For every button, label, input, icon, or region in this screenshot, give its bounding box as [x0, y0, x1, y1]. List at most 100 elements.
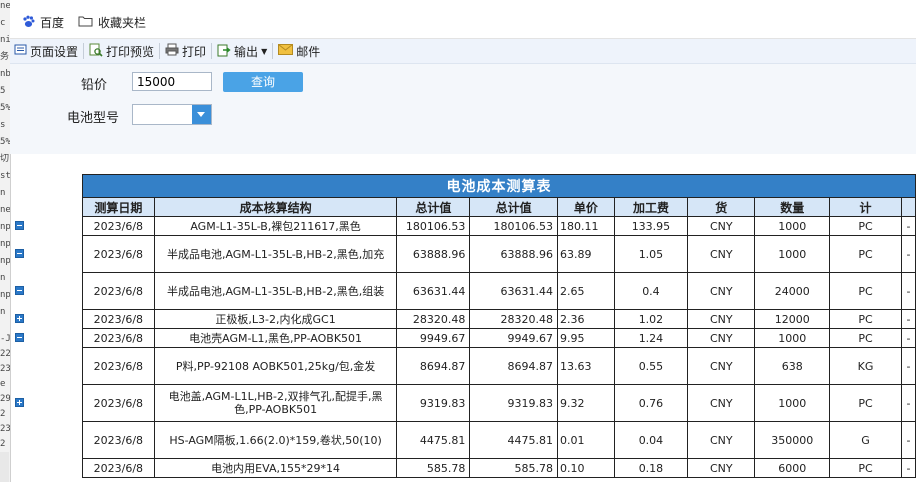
print-preview-button[interactable]: 打印预览	[85, 41, 158, 61]
favorite-baidu[interactable]: 百度	[22, 14, 64, 31]
email-button[interactable]: 邮件	[274, 41, 324, 61]
table-cell: CNY	[687, 235, 756, 273]
table-cell: 63631.44	[469, 272, 558, 310]
column-header[interactable]: 单价	[556, 197, 615, 217]
toolbar-separator	[211, 43, 213, 59]
table-cell: PC	[828, 272, 903, 310]
column-header[interactable]: 总计值	[396, 197, 471, 217]
table-cell: 28320.48	[469, 309, 558, 329]
table-row[interactable]: 2023/6/8 电池内用EVA,155*29*14 585.78 585.78 0.1…	[82, 458, 916, 478]
table-cell: CNY	[687, 272, 756, 310]
table-cell: 63888.96	[469, 235, 558, 273]
favorites-bar: 百度 收藏夹栏	[10, 0, 916, 39]
table-cell: HS-AGM隔板,1.66(2.0)*159,卷状,50(10)	[153, 421, 398, 459]
query-button[interactable]: 查询	[223, 72, 303, 92]
table-cell: AGM-L1-35L-B,裸包211617,黑色	[153, 216, 398, 236]
export-button[interactable]: 输出 ▼	[213, 41, 271, 61]
table-row[interactable]: 2023/6/8 P料,PP-92108 AOBK501,25kg/包,金发 869…	[82, 347, 916, 385]
table-cell: CNY	[687, 384, 756, 422]
column-header[interactable]: 总计值	[469, 197, 558, 217]
table-cell: 2023/6/8	[82, 216, 155, 236]
print-preview-label: 打印预览	[106, 44, 155, 59]
table-cell: 2023/6/8	[82, 328, 155, 348]
table-cell: -	[901, 235, 916, 273]
table-cell: 电池盖,AGM-L1L,HB-2,双排气孔,配提手,黑色,PP-AOBK501	[153, 384, 398, 422]
table-cell: PC	[828, 328, 903, 348]
table-cell: -	[901, 309, 916, 329]
table-cell: 4475.81	[396, 421, 471, 459]
table-cell: 0.04	[613, 421, 689, 459]
print-button[interactable]: 打印	[161, 41, 210, 61]
left-strip-scroll-stub	[0, 452, 9, 482]
column-header[interactable]: 计	[828, 197, 903, 217]
table-cell: 638	[754, 347, 830, 385]
table-cell: 63888.96	[396, 235, 471, 273]
expand-icon[interactable]	[15, 398, 24, 407]
column-header[interactable]: 测算日期	[82, 197, 155, 217]
table-cell: 28320.48	[396, 309, 471, 329]
table-header-row: 测算日期 成本核算结构 总计值 总计值 单价 加工费货数量计	[82, 197, 916, 217]
table-cell: CNY	[687, 347, 756, 385]
column-header[interactable]: 数量	[754, 197, 830, 217]
price-input[interactable]	[132, 72, 212, 91]
table-cell: -	[901, 347, 916, 385]
table-row[interactable]: 2023/6/8 电池盖,AGM-L1L,HB-2,双排气孔,配提手,黑色,PP-…	[82, 384, 916, 422]
table-cell: -	[901, 216, 916, 236]
column-header[interactable]: 货	[687, 197, 756, 217]
collapse-icon[interactable]	[15, 333, 24, 342]
left-strip-fragment: 2	[0, 409, 6, 419]
table-cell: PC	[828, 216, 903, 236]
page-setup-button[interactable]: 页面设置	[10, 41, 82, 61]
table-body: 2023/6/8 AGM-L1-35L-B,裸包211617,黑色 180106.5…	[82, 216, 916, 478]
column-header[interactable]: 加工费	[613, 197, 689, 217]
table-row[interactable]: 2023/6/8 电池壳AGM-L1,黑色,PP-AOBK501 9949.67 99…	[82, 328, 916, 348]
battery-model-select[interactable]	[132, 104, 212, 125]
column-header[interactable]: 成本核算结构	[153, 197, 398, 217]
table-cell: 2023/6/8	[82, 421, 155, 459]
printer-icon	[165, 43, 179, 59]
left-strip-fragment: 29	[0, 394, 11, 404]
table-cell: CNY	[687, 421, 756, 459]
left-strip-fragment: 23	[0, 424, 11, 434]
table-cell: 正极板,L3-2,内化成GC1	[153, 309, 398, 329]
table-cell: 1.05	[613, 235, 689, 273]
folder-icon	[78, 15, 93, 30]
collapse-icon[interactable]	[15, 249, 24, 258]
table-cell: -	[901, 421, 916, 459]
table-cell: 0.55	[613, 347, 689, 385]
parameter-panel: 铅价 查询 电池型号	[10, 64, 916, 218]
table-row[interactable]: 2023/6/8 半成品电池,AGM-L1-35L-B,HB-2,黑色,加充 638…	[82, 235, 916, 273]
table-cell: 2023/6/8	[82, 458, 155, 478]
left-strip-fragment: np	[0, 239, 11, 249]
battery-model-label: 电池型号	[67, 111, 120, 126]
table-cell: P料,PP-92108 AOBK501,25kg/包,金发	[153, 347, 398, 385]
table-row[interactable]: 2023/6/8 HS-AGM隔板,1.66(2.0)*159,卷状,50(10)…	[82, 421, 916, 459]
table-cell: 2023/6/8	[82, 235, 155, 273]
table-cell: 半成品电池,AGM-L1-35L-B,HB-2,黑色,组装	[153, 272, 398, 310]
left-strip-fragment: 23	[0, 364, 11, 374]
left-strip-fragment: 切	[0, 154, 10, 164]
table-cell: PC	[828, 458, 903, 478]
favorites-folder[interactable]: 收藏夹栏	[78, 14, 146, 31]
table-cell: 350000	[754, 421, 830, 459]
table-cell: 电池内用EVA,155*29*14	[153, 458, 398, 478]
page-setup-icon	[14, 43, 27, 59]
print-preview-icon	[89, 43, 103, 60]
table-cell: G	[828, 421, 903, 459]
dropdown-arrow-icon[interactable]	[192, 105, 211, 124]
table-row[interactable]: 2023/6/8 半成品电池,AGM-L1-35L-B,HB-2,黑色,组装 636…	[82, 272, 916, 310]
left-strip-fragment: -J	[0, 334, 11, 344]
expand-icon[interactable]	[15, 314, 24, 323]
table-cell: 1.02	[613, 309, 689, 329]
collapse-icon[interactable]	[15, 221, 24, 230]
table-cell: 0.76	[613, 384, 689, 422]
collapse-icon[interactable]	[15, 286, 24, 295]
column-header[interactable]	[901, 197, 916, 217]
table-cell: 电池壳AGM-L1,黑色,PP-AOBK501	[153, 328, 398, 348]
left-strip-fragment: 2	[0, 439, 6, 449]
baidu-paw-icon	[22, 15, 35, 31]
table-row[interactable]: 2023/6/8 正极板,L3-2,内化成GC1 28320.48 28320.48 2…	[82, 309, 916, 329]
left-strip-fragment: st	[0, 171, 11, 181]
table-cell: CNY	[687, 458, 756, 478]
table-row[interactable]: 2023/6/8 AGM-L1-35L-B,裸包211617,黑色 180106.5…	[82, 216, 916, 236]
